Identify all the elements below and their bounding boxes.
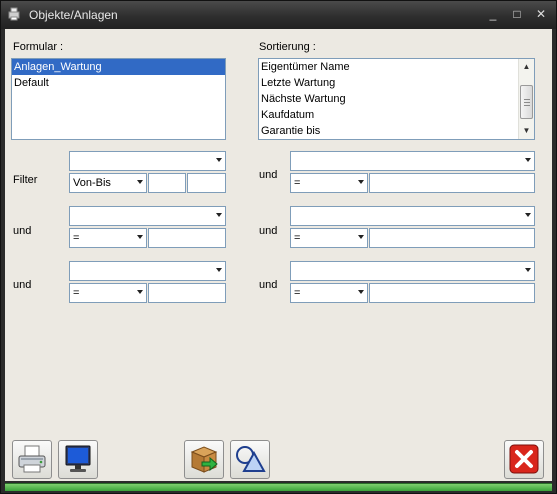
filter-field-select[interactable] [290, 261, 535, 281]
chevron-down-icon [216, 158, 222, 162]
title-bar: Objekte/Anlagen _ □ ✕ [1, 1, 556, 29]
filter-value-input[interactable] [369, 228, 535, 248]
chevron-down-icon [137, 235, 143, 239]
scroll-thumb[interactable] [520, 85, 533, 119]
filter-from-input[interactable] [148, 173, 186, 193]
app-icon [8, 7, 20, 21]
sortierung-listbox[interactable]: Eigentümer Name Letzte Wartung Nächste W… [258, 58, 535, 140]
chevron-down-icon [216, 213, 222, 217]
shapes-button[interactable] [230, 440, 270, 479]
und-label: und [13, 225, 32, 237]
filter-operator-select[interactable]: = [290, 283, 368, 303]
preview-button[interactable] [58, 440, 98, 479]
list-item[interactable]: Kaufdatum [259, 107, 534, 123]
filter-field-select[interactable] [69, 261, 226, 281]
close-red-icon [509, 444, 539, 474]
filter-value-input[interactable] [148, 228, 226, 248]
chevron-down-icon [525, 268, 531, 272]
status-progress-bar [5, 483, 552, 491]
print-button[interactable] [12, 440, 52, 479]
chevron-down-icon [137, 290, 143, 294]
list-item[interactable]: Default [12, 75, 225, 91]
chevron-down-icon [358, 290, 364, 294]
filter-field-select[interactable] [69, 151, 226, 171]
export-button[interactable] [184, 440, 224, 479]
client-area: Formular : Anlagen_Wartung Default Sorti… [5, 29, 552, 481]
window-title: Objekte/Anlagen [29, 8, 118, 22]
list-item[interactable]: Garantie bis [259, 123, 534, 139]
printer-icon [18, 445, 46, 473]
chevron-down-icon [525, 158, 531, 162]
scroll-up-icon[interactable]: ▲ [519, 60, 534, 74]
scroll-down-icon[interactable]: ▼ [519, 124, 534, 138]
sortierung-label: Sortierung : [259, 41, 316, 53]
filter-value-input[interactable] [148, 283, 226, 303]
shapes-icon [236, 446, 266, 472]
filter-value-input[interactable] [369, 173, 535, 193]
filter-value-input[interactable] [369, 283, 535, 303]
filter-operator-select[interactable]: = [290, 228, 368, 248]
export-package-icon [190, 446, 218, 473]
monitor-icon [65, 445, 91, 472]
chevron-down-icon [358, 180, 364, 184]
chevron-down-icon [137, 180, 143, 184]
formular-label: Formular : [13, 41, 64, 53]
chevron-down-icon [525, 213, 531, 217]
filter-operator-select[interactable]: Von-Bis [69, 173, 147, 193]
vertical-scrollbar[interactable]: ▲ ▼ [518, 59, 534, 139]
und-label: und [13, 279, 32, 291]
filter-operator-select[interactable]: = [69, 228, 147, 248]
list-item[interactable]: Nächste Wartung [259, 91, 534, 107]
chevron-down-icon [358, 235, 364, 239]
filter-field-select[interactable] [290, 206, 535, 226]
list-item[interactable]: Anlagen_Wartung [12, 59, 225, 75]
close-button[interactable]: ✕ [533, 6, 549, 22]
und-label: und [259, 225, 278, 237]
close-dialog-button[interactable] [504, 440, 544, 479]
list-item[interactable]: Eigentümer Name [259, 59, 534, 75]
filter-field-select[interactable] [69, 206, 226, 226]
und-label: und [259, 169, 278, 181]
filter-operator-select[interactable]: = [290, 173, 368, 193]
maximize-button[interactable]: □ [509, 6, 525, 22]
app-window: Objekte/Anlagen _ □ ✕ Formular : Anlagen… [0, 0, 557, 494]
filter-operator-select[interactable]: = [69, 283, 147, 303]
filter-label: Filter [13, 174, 38, 186]
minimize-button[interactable]: _ [485, 6, 501, 22]
filter-to-input[interactable] [187, 173, 226, 193]
und-label: und [259, 279, 278, 291]
list-item[interactable]: Letzte Wartung [259, 75, 534, 91]
formular-listbox[interactable]: Anlagen_Wartung Default [11, 58, 226, 140]
chevron-down-icon [216, 268, 222, 272]
filter-field-select[interactable] [290, 151, 535, 171]
